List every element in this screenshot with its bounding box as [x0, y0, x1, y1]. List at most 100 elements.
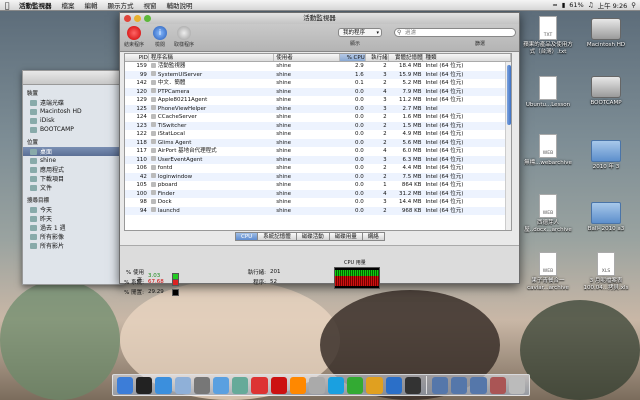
preferences-icon[interactable] — [193, 376, 210, 394]
column-header-kind[interactable]: 種類 — [423, 54, 511, 61]
table-row[interactable]: 123 TiSwitcher shine 0.0 2 1.5 MB Intel (64 位元… — [125, 121, 511, 130]
column-header-pid[interactable]: PID — [125, 54, 149, 61]
desktop-icon-folder-2010[interactable]: 2010 年 3 — [580, 140, 632, 171]
vertical-scrollbar[interactable] — [505, 62, 511, 230]
window-titlebar[interactable]: 活動監視器 — [120, 13, 519, 24]
process-filter-select[interactable]: 我的程序 ▾ — [338, 28, 382, 37]
table-row[interactable]: 120 PTPCamera shine 0.0 4 7.9 MB Intel (64 位元) — [125, 87, 511, 96]
sidebar-item-home[interactable]: shine — [23, 156, 123, 165]
applications-folder-icon[interactable] — [431, 376, 449, 394]
search-input[interactable]: ⚲ 過濾 — [394, 28, 516, 37]
menu-app-name[interactable]: 活動監視器 — [14, 0, 57, 10]
minimize-icon[interactable] — [134, 15, 141, 22]
desktop-icon-txt[interactable]: TXT 蘋果的產品及使用方式（台灣）.txt — [522, 16, 574, 56]
sidebar-item-remote-disc[interactable]: 遠端光碟 — [23, 98, 123, 107]
sidebar-item-downloads[interactable]: 下載項目 — [23, 174, 123, 183]
sidebar-item-all-movies[interactable]: 所有影片 — [23, 241, 123, 250]
menubar-clock[interactable]: 上午 9:26 — [598, 0, 628, 10]
column-header-name[interactable]: 程序名稱 — [149, 54, 275, 61]
mail-icon[interactable] — [174, 376, 191, 394]
volume-icon[interactable]: ♫ — [588, 1, 594, 9]
documents-folder-icon[interactable] — [470, 376, 487, 394]
activity-monitor-icon[interactable] — [404, 376, 421, 394]
menu-view[interactable]: 顯示方式 — [103, 0, 139, 10]
spotlight-icon[interactable]: ⚲ — [631, 1, 636, 9]
table-row[interactable]: 159 活動監視器 shine 2.9 2 18.4 MB Intel (64 位元) — [125, 62, 511, 71]
apple-menu-icon[interactable]:  — [0, 1, 14, 10]
photoshop-icon[interactable] — [385, 376, 402, 394]
sidebar-item-bootcamp[interactable]: BOOTCAMP — [23, 125, 123, 134]
menu-help[interactable]: 輔助說明 — [162, 0, 198, 10]
finder-icon[interactable] — [117, 376, 134, 394]
desktop-icon-webarchive-1[interactable]: WEB 無標...webarchive — [522, 134, 574, 167]
safari-icon[interactable] — [155, 376, 172, 394]
table-row[interactable]: 98 Dock shine 0.0 3 14.4 MB Intel (64 位元) — [125, 198, 511, 207]
table-row[interactable]: 129 Apple80211Agent shine 0.0 3 11.2 MB Intel … — [125, 96, 511, 105]
acrobat-icon[interactable] — [270, 376, 287, 394]
tab-network[interactable]: 網絡 — [361, 232, 385, 241]
fireworks-icon[interactable] — [366, 376, 383, 394]
table-row[interactable]: 94 launchd shine 0.0 2 968 KB Intel (64 位元) — [125, 206, 511, 215]
menu-file[interactable]: 檔案 — [57, 0, 80, 10]
menu-window[interactable]: 視窗 — [139, 0, 162, 10]
sidebar-item-all-images[interactable]: 所有影像 — [23, 232, 123, 241]
table-row[interactable]: 110 UserEventAgent shine 0.0 3 6.3 MB Intel (6… — [125, 155, 511, 164]
dashboard-icon[interactable] — [136, 376, 153, 394]
sidebar-item-today[interactable]: 今天 — [23, 205, 123, 214]
itunes-icon[interactable] — [212, 376, 230, 394]
table-row[interactable]: 99 SystemUIServer shine 1.6 3 15.9 MB Intel (6… — [125, 70, 511, 79]
sidebar-item-macintosh-hd[interactable]: Macintosh HD — [23, 107, 123, 116]
sample-process-button[interactable]: 取樣程序 — [172, 26, 196, 48]
tab-disk-usage[interactable]: 磁碟用量 — [328, 232, 363, 241]
desktop-icon-macintosh-hd[interactable]: Macintosh HD — [580, 18, 632, 49]
dreamweaver-icon[interactable] — [347, 376, 364, 394]
photos-stack-icon[interactable] — [489, 376, 506, 394]
skype-icon[interactable] — [328, 376, 345, 394]
table-row[interactable]: 117 AirPort 基地台代理程式 shine 0.0 4 6.0 MB Intel (… — [125, 147, 511, 156]
tab-disk-activity[interactable]: 磁碟活動 — [295, 232, 330, 241]
tab-system-memory[interactable]: 系統記憶體 — [257, 232, 297, 241]
table-row[interactable]: 125 PhoneViewHelper shine 0.0 3 2.7 MB Intel — [125, 104, 511, 113]
downloads-folder-icon[interactable] — [451, 376, 468, 394]
desktop-icon-bootcamp[interactable]: BOOTCAMP — [580, 76, 632, 107]
sidebar-item-idisk[interactable]: iDisk — [23, 116, 123, 125]
table-row[interactable]: 118 Glims Agent shine 0.0 2 5.6 MB Intel (64 位… — [125, 138, 511, 147]
sidebar-item-desktop[interactable]: 桌面 — [23, 147, 123, 156]
column-header-user[interactable]: 使用者 — [274, 54, 340, 61]
trash-icon[interactable] — [508, 376, 525, 394]
desktop-icon-webarchive-2[interactable]: WEB 西德芽人屋..docx...archive — [522, 194, 574, 234]
menu-edit[interactable]: 編輯 — [80, 0, 103, 10]
tab-cpu[interactable]: CPU — [235, 232, 259, 241]
table-row[interactable]: 142 中文．簡體 shine 0.1 2 5.2 MB Intel (64 位元) — [125, 79, 511, 88]
photo-icon[interactable] — [232, 376, 249, 394]
quit-process-button[interactable]: 結束程序 — [122, 26, 146, 48]
desktop-icon-folder-ball[interactable]: Ball- 2010 a3 — [580, 202, 632, 233]
close-icon[interactable] — [124, 15, 131, 22]
inspect-button[interactable]: i 檢閱 — [148, 26, 172, 48]
sidebar-item-yesterday[interactable]: 昨天 — [23, 214, 123, 223]
table-row[interactable]: 124 CCacheServer shine 0.0 2 1.6 MB Intel (64 … — [125, 113, 511, 122]
table-row[interactable]: 100 Finder shine 0.0 4 31.2 MB Intel (64 位元) — [125, 189, 511, 198]
sidebar-item-past-week[interactable]: 過去 1 週 — [23, 223, 123, 232]
table-row[interactable]: 105 pboard shine 0.0 1 864 KB Intel (64 位元) — [125, 181, 511, 190]
column-header-threads[interactable]: 執行緒 — [366, 54, 389, 61]
table-row[interactable]: 42 loginwindow shine 0.0 2 7.5 MB Intel (64 位元… — [125, 172, 511, 181]
system-color-swatch[interactable] — [172, 278, 179, 286]
sidebar-item-documents[interactable]: 文件 — [23, 183, 123, 192]
idle-color-swatch[interactable] — [172, 288, 179, 296]
table-row[interactable]: 122 iStatLocal shine 0.0 2 4.9 MB Intel (64 位元… — [125, 130, 511, 139]
vlc-icon[interactable] — [289, 376, 306, 394]
table-row[interactable]: 106 fontd shine 0.0 2 4.4 MB Intel (64 位元) — [125, 164, 511, 173]
desktop-icon-xls[interactable]: XLS 3 月呢檔案表100.04...拷貝.xls — [580, 252, 632, 292]
column-header-cpu[interactable]: % CPU — [339, 54, 366, 61]
wifi-icon[interactable]: ≈ — [552, 1, 557, 9]
zoom-icon[interactable] — [144, 15, 151, 22]
desktop-icon-webarchive-3[interactable]: WEB 果子青餐合一caviar...archive — [522, 252, 574, 292]
battery-icon[interactable]: ▮ — [562, 1, 566, 9]
scrollbar-thumb[interactable] — [507, 65, 511, 125]
desktop-icon-ubuntu[interactable]: Ubuntu...Lesson — [522, 76, 574, 109]
column-header-memory[interactable]: 實體記憶體 — [389, 54, 424, 61]
transmission-icon[interactable] — [308, 376, 326, 394]
calendar-icon[interactable] — [251, 376, 268, 394]
sidebar-item-applications[interactable]: 應用程式 — [23, 165, 123, 174]
